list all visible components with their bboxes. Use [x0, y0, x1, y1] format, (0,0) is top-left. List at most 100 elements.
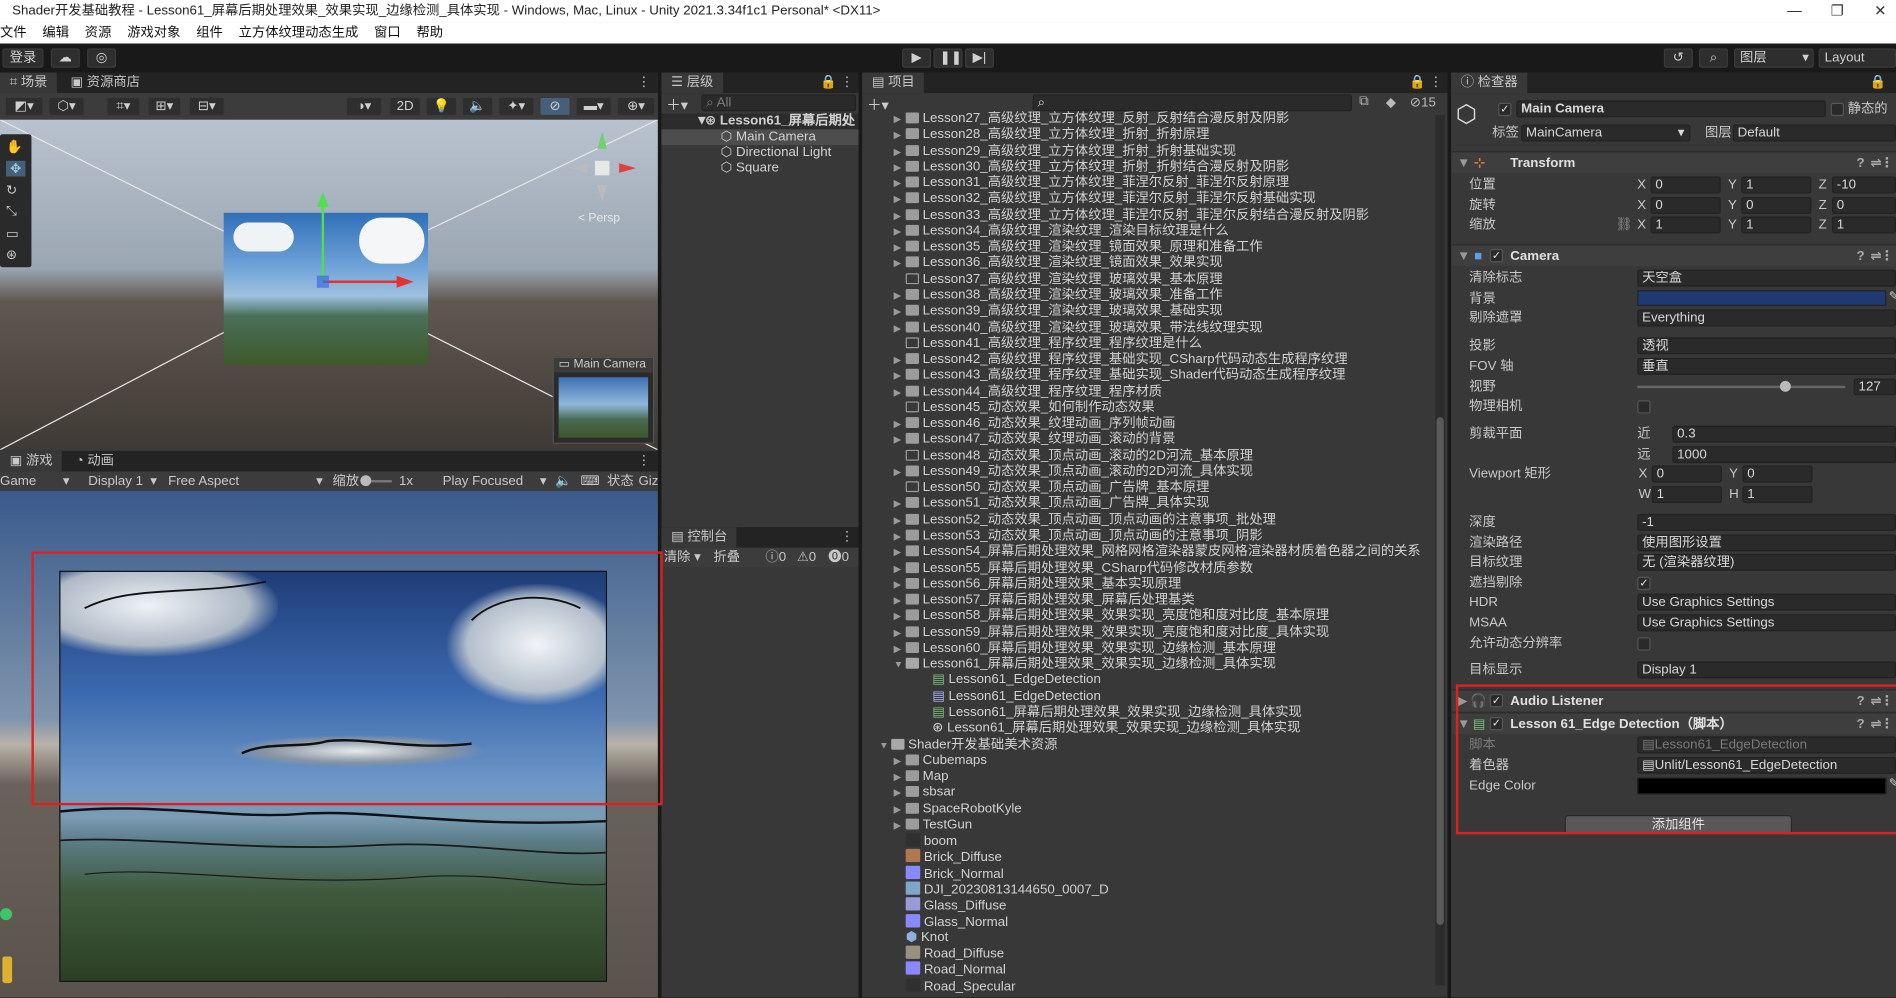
project-item[interactable]: ▶ Lesson54_屏幕后期处理效果_网格网格渲染器蒙皮网格渲染器材质着色器之间… — [894, 544, 1421, 560]
play-button[interactable]: ▶ — [902, 48, 932, 68]
collab-icon[interactable]: ◎ — [87, 48, 117, 68]
project-item[interactable]: ▶ TestGun — [894, 817, 973, 833]
project-item[interactable]: ▶ SpaceRobotKyle — [894, 801, 1022, 817]
expand-arrow-icon[interactable]: ▶ — [894, 224, 906, 240]
project-item[interactable]: ▶ Lesson30_高级纹理_立方体纹理_折射_折射结合漫反射及阴影 — [894, 159, 1290, 175]
hierarchy-search-input[interactable]: ⌕ All — [701, 94, 857, 112]
project-item[interactable]: ▤ Lesson61_EdgeDetection — [920, 689, 1101, 705]
project-item[interactable]: ▶ Lesson35_高级纹理_渲染纹理_镜面效果_原理和准备工作 — [894, 240, 1263, 256]
physical-camera-checkbox[interactable] — [1637, 400, 1651, 414]
collapse-arrow-icon[interactable]: ▼ — [894, 657, 906, 673]
expand-arrow-icon[interactable]: ▶ — [894, 512, 906, 528]
project-item[interactable]: ▶ Lesson34_高级纹理_渲染纹理_渲染目标纹理是什么 — [894, 224, 1229, 240]
project-item[interactable]: ▶ Lesson44_高级纹理_程序纹理_程序材质 — [894, 384, 1163, 400]
project-item[interactable]: ▶ Lesson31_高级纹理_立方体纹理_菲涅尔反射_菲涅尔反射原理 — [894, 175, 1290, 191]
increment-snap-dropdown[interactable]: ⊟▾ — [188, 96, 225, 117]
project-item[interactable]: Glass_Diffuse — [894, 897, 1006, 913]
transform-header[interactable]: ▼ ⊹ Transform ? ⇌ ⋮ — [1452, 151, 1896, 173]
expand-arrow-icon[interactable]: ▶ — [894, 240, 906, 256]
project-item[interactable]: Road_Normal — [894, 961, 1006, 977]
project-item[interactable]: ▶ Lesson27_高级纹理_立方体纹理_反射_反射结合漫反射及阴影 — [894, 111, 1290, 127]
menu-help[interactable]: 帮助 — [416, 23, 443, 44]
depth-field[interactable]: -1 — [1637, 513, 1896, 531]
rotate-tool-icon[interactable]: ↻ — [6, 183, 17, 199]
project-item[interactable]: ▶ Lesson60_屏幕后期处理效果_效果实现_边缘检测_基本原理 — [894, 641, 1276, 657]
project-item[interactable]: Glass_Normal — [894, 913, 1008, 929]
display-dropdown[interactable]: Display 1 ▾ — [88, 473, 157, 490]
lock-icon[interactable]: 🔒 — [1409, 73, 1426, 94]
aspect-dropdown[interactable]: Free Aspect ▾ — [168, 473, 323, 490]
lighting-toggle-icon[interactable]: 💡 — [425, 96, 458, 117]
rendering-path-dropdown[interactable]: 使用图形设置 — [1637, 534, 1896, 552]
project-item[interactable]: ▶ Lesson47_动态效果_纹理动画_滚动的背景 — [894, 432, 1176, 448]
expand-arrow-icon[interactable]: ▶ — [894, 753, 906, 769]
vp-y-field[interactable]: 0 — [1742, 465, 1813, 483]
clear-button[interactable]: 清除 ▾ — [664, 549, 701, 566]
log-count-toggle[interactable]: ⓘ0 — [765, 549, 786, 566]
project-item[interactable]: ▼ Lesson61_屏幕后期处理效果_效果实现_边缘检测_具体实现 — [894, 657, 1276, 673]
project-item[interactable]: ▶ Lesson36_高级纹理_渲染纹理_镜面效果_效果实现 — [894, 256, 1223, 272]
transform-rotation-y-field[interactable]: 0 — [1741, 197, 1812, 215]
project-item[interactable]: ▶ Lesson55_屏幕后期处理效果_CSharp代码修改材质参数 — [894, 561, 1253, 577]
project-item[interactable]: ▶ sbsar — [894, 785, 956, 801]
panel-menu-icon[interactable]: ⋮ — [1429, 73, 1442, 94]
constrain-proportions-icon[interactable]: ⛓ — [1615, 216, 1632, 233]
project-item[interactable]: ▶ Lesson59_屏幕后期处理效果_效果实现_亮度饱和度对比度_具体实现 — [894, 625, 1330, 641]
expand-arrow-icon[interactable]: ▶ — [894, 801, 906, 817]
foldout-arrow-icon[interactable]: ▼ — [1457, 152, 1470, 174]
keyboard-shortcuts-icon[interactable]: ⌨ — [580, 473, 599, 490]
transform-scale-y-field[interactable]: 1 — [1741, 216, 1812, 234]
project-item[interactable]: ▶ Lesson52_动态效果_顶点动画_顶点动画的注意事项_批处理 — [894, 512, 1276, 528]
tag-dropdown[interactable]: MainCamera ▾ — [1521, 124, 1691, 142]
move-tool-icon[interactable]: ✥ — [6, 160, 26, 177]
effects-dropdown[interactable]: ✦▾ — [498, 96, 535, 117]
scene-viewport[interactable]: < Persp ✋ ✥ ↻ ⤡ ▭ ⊛ ▭ Main Camera — [0, 119, 658, 450]
project-item[interactable]: ⬢ Knot — [894, 930, 949, 946]
expand-arrow-icon[interactable]: ▶ — [894, 561, 906, 577]
near-field[interactable]: 0.3 — [1672, 425, 1896, 443]
target-display-dropdown[interactable]: Display 1 — [1637, 661, 1896, 679]
gizmos-button[interactable]: Giz — [638, 473, 658, 490]
hierarchy-item-directional-light[interactable]: ⬡ Directional Light — [661, 145, 858, 161]
transform-position-z-field[interactable]: -10 — [1831, 176, 1896, 194]
project-item[interactable]: Road_Specular — [894, 977, 1016, 993]
help-icon[interactable]: ? — [1856, 152, 1864, 174]
camera-header[interactable]: ▼ ■ ✓ Camera ? ⇌ ⋮ — [1452, 244, 1896, 267]
project-item[interactable]: DJI_20230813144650_0007_D — [894, 881, 1109, 897]
expand-arrow-icon[interactable]: ▶ — [894, 352, 906, 368]
clear-flags-dropdown[interactable]: 天空盒 — [1637, 269, 1896, 287]
transform-position-y-field[interactable]: 1 — [1741, 176, 1812, 194]
menu-edit[interactable]: 编辑 — [42, 23, 69, 44]
project-item[interactable]: ▶ Lesson49_动态效果_顶点动画_滚动的2D河流_具体实现 — [894, 464, 1253, 480]
transform-tool-icon[interactable]: ⊛ — [6, 247, 17, 263]
pause-button[interactable]: ❚❚ — [933, 48, 963, 68]
expand-arrow-icon[interactable]: ▶ — [894, 464, 906, 480]
object-name-field[interactable]: Main Camera — [1516, 100, 1826, 118]
transform-position-x-field[interactable]: 0 — [1650, 176, 1721, 194]
project-item[interactable]: Road_Diffuse — [894, 945, 1004, 961]
lock-icon[interactable]: 🔒 — [1870, 73, 1887, 94]
close-icon[interactable]: ✕ — [1874, 0, 1886, 23]
tab-console[interactable]: ▤ 控制台 — [661, 527, 737, 548]
project-item[interactable]: ▶ Lesson33_高级纹理_立方体纹理_菲涅尔反射_菲涅尔反射结合漫反射及阴影 — [894, 208, 1369, 224]
project-item[interactable]: ▶ Lesson28_高级纹理_立方体纹理_折射_折射原理 — [894, 127, 1210, 143]
expand-arrow-icon[interactable]: ▶ — [894, 208, 906, 224]
warn-count-toggle[interactable]: ⚠0 — [797, 549, 816, 566]
project-item[interactable]: Brick_Normal — [894, 865, 1004, 881]
project-item[interactable]: Brick_Diffuse — [894, 849, 1002, 865]
panel-menu-icon[interactable]: ⋮ — [637, 73, 650, 94]
project-item[interactable]: Lesson50_动态效果_顶点动画_广告牌_基本原理 — [894, 480, 1209, 496]
expand-arrow-icon[interactable]: ▶ — [894, 544, 906, 560]
camera-enabled-checkbox[interactable]: ✓ — [1489, 249, 1504, 263]
tab-asset-store[interactable]: ▣ 资源商店 — [61, 73, 150, 94]
fov-slider[interactable] — [1637, 380, 1846, 392]
search-by-type-icon[interactable]: ⧉ — [1359, 94, 1369, 110]
minimize-icon[interactable]: — — [1787, 0, 1802, 23]
msaa-dropdown[interactable]: Use Graphics Settings — [1637, 614, 1896, 632]
expand-arrow-icon[interactable]: ▶ — [894, 528, 906, 544]
cloud-icon[interactable]: ☁ — [50, 48, 80, 68]
project-item[interactable]: ⊛ Lesson61_屏幕后期处理效果_效果实现_边缘检测_具体实现 — [920, 721, 1300, 737]
project-item[interactable]: Lesson41_高级纹理_程序纹理_程序纹理是什么 — [894, 336, 1202, 352]
hidden-packages-toggle[interactable]: ⊘15 — [1410, 94, 1436, 111]
layer-dropdown[interactable]: Default — [1732, 124, 1896, 142]
